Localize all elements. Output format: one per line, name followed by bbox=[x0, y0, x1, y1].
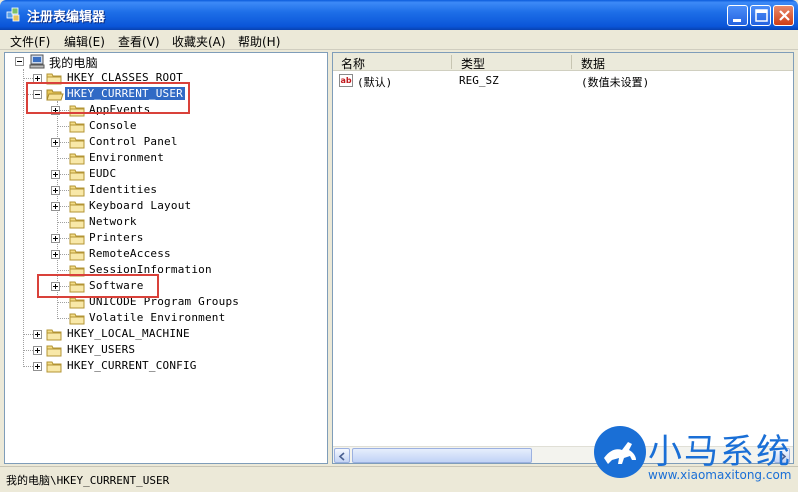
tree-item[interactable]: HKEY_CURRENT_CONFIG bbox=[23, 358, 311, 374]
tree-item-label: Environment bbox=[89, 151, 165, 164]
tree-item[interactable]: EUDC bbox=[49, 166, 329, 182]
value-data: (数值未设置) bbox=[581, 76, 650, 89]
folder-icon bbox=[69, 216, 85, 229]
tree-item-label: HKEY_CURRENT_CONFIG bbox=[67, 359, 197, 372]
tree-item-label: HKEY_LOCAL_MACHINE bbox=[67, 327, 190, 340]
folder-icon bbox=[69, 136, 85, 149]
column-type[interactable]: 类型 bbox=[461, 55, 485, 72]
tree-item-label: RemoteAccess bbox=[89, 247, 171, 260]
tree-connector bbox=[57, 158, 69, 159]
tree-item-label: Console bbox=[89, 119, 137, 132]
column-divider[interactable] bbox=[451, 55, 452, 69]
scroll-left-button[interactable] bbox=[334, 448, 350, 463]
scroll-thumb[interactable] bbox=[352, 448, 532, 463]
tree-connector bbox=[57, 126, 69, 127]
column-name[interactable]: 名称 bbox=[341, 55, 365, 72]
list-header: 名称 类型 数据 bbox=[333, 53, 793, 71]
menu-favorites[interactable]: 收藏夹(A) bbox=[172, 33, 226, 50]
arrow-left-icon bbox=[338, 452, 345, 461]
tree-item-label: Control Panel bbox=[89, 135, 178, 148]
tree-connector bbox=[57, 302, 69, 303]
expand-icon[interactable] bbox=[51, 170, 60, 179]
expand-icon[interactable] bbox=[51, 234, 60, 243]
tree-item[interactable]: Environment bbox=[49, 150, 329, 166]
title-bar[interactable]: 注册表编辑器 bbox=[0, 0, 798, 30]
tree-connector bbox=[57, 270, 69, 271]
expand-icon[interactable] bbox=[33, 346, 42, 355]
folder-icon bbox=[69, 120, 85, 133]
watermark-logo: 小马系统 www.xiaomaxitong.com bbox=[586, 418, 798, 492]
menu-help[interactable]: 帮助(H) bbox=[238, 33, 280, 50]
folder-icon bbox=[69, 168, 85, 181]
tree-item[interactable]: Console bbox=[49, 118, 329, 134]
list-item[interactable]: ab (默认) REG_SZ (数值未设置) bbox=[333, 73, 793, 89]
value-type: REG_SZ bbox=[459, 74, 499, 87]
expand-icon[interactable] bbox=[51, 138, 60, 147]
maximize-button[interactable] bbox=[750, 5, 771, 26]
collapse-icon[interactable] bbox=[15, 57, 24, 66]
tree-item-label: HKEY_USERS bbox=[67, 343, 136, 356]
maximize-icon bbox=[755, 9, 768, 22]
tree-connector bbox=[23, 69, 24, 367]
watermark-url: www.xiaomaxitong.com bbox=[648, 468, 792, 482]
string-value-icon: ab bbox=[339, 74, 353, 87]
expand-icon[interactable] bbox=[33, 362, 42, 371]
expand-icon[interactable] bbox=[51, 202, 60, 211]
minimize-button[interactable] bbox=[727, 5, 748, 26]
registry-tree[interactable]: 我的电脑 HKEY_CLASSES_ROOT HKEY_CURRENT_USER A… bbox=[4, 52, 328, 464]
tree-item[interactable]: Network bbox=[49, 214, 329, 230]
folder-icon bbox=[69, 152, 85, 165]
regedit-icon bbox=[6, 7, 20, 22]
value-list[interactable]: 名称 类型 数据 ab (默认) REG_SZ (数值未设置) bbox=[332, 52, 794, 464]
tree-item-label: Keyboard Layout bbox=[89, 199, 192, 212]
watermark-title: 小马系统 bbox=[648, 432, 792, 472]
folder-icon bbox=[69, 200, 85, 213]
close-icon bbox=[779, 10, 790, 21]
close-button[interactable] bbox=[773, 5, 794, 26]
column-data[interactable]: 数据 bbox=[581, 55, 605, 72]
menu-view[interactable]: 查看(V) bbox=[118, 33, 160, 50]
tree-root[interactable]: 我的电脑 bbox=[13, 54, 313, 70]
tree-item[interactable]: HKEY_LOCAL_MACHINE bbox=[23, 326, 311, 342]
minimize-icon bbox=[733, 19, 741, 22]
tree-connector bbox=[57, 318, 69, 319]
tree-item[interactable]: RemoteAccess bbox=[49, 246, 329, 262]
computer-icon bbox=[29, 54, 45, 69]
status-path: 我的电脑\HKEY_CURRENT_USER bbox=[6, 474, 170, 487]
tree-item-label: Volatile Environment bbox=[89, 311, 226, 324]
folder-icon bbox=[69, 248, 85, 261]
tree-item-label: EUDC bbox=[89, 167, 117, 180]
tree-item-label: Network bbox=[89, 215, 137, 228]
menu-bar: 文件(F) 编辑(E) 查看(V) 收藏夹(A) 帮助(H) bbox=[0, 30, 798, 50]
menu-edit[interactable]: 编辑(E) bbox=[64, 33, 105, 50]
folder-icon bbox=[46, 328, 62, 341]
value-name: (默认) bbox=[357, 76, 393, 89]
tree-root-label: 我的电脑 bbox=[49, 56, 98, 70]
expand-icon[interactable] bbox=[51, 186, 60, 195]
tree-connector bbox=[57, 222, 69, 223]
expand-icon[interactable] bbox=[51, 250, 60, 259]
tree-item[interactable]: Identities bbox=[49, 182, 329, 198]
tree-item[interactable]: HKEY_USERS bbox=[23, 342, 311, 358]
folder-icon bbox=[46, 344, 62, 357]
folder-icon bbox=[69, 232, 85, 245]
highlight-box-software bbox=[37, 274, 159, 298]
highlight-box-current-user bbox=[26, 82, 190, 114]
folder-icon bbox=[69, 184, 85, 197]
tree-item[interactable]: Printers bbox=[49, 230, 329, 246]
tree-item-label: Printers bbox=[89, 231, 144, 244]
horse-logo-icon bbox=[594, 426, 646, 478]
menu-file[interactable]: 文件(F) bbox=[10, 33, 50, 50]
tree-item[interactable]: Keyboard Layout bbox=[49, 198, 329, 214]
column-divider[interactable] bbox=[571, 55, 572, 69]
folder-icon bbox=[46, 360, 62, 373]
expand-icon[interactable] bbox=[33, 330, 42, 339]
tree-item-label: Identities bbox=[89, 183, 158, 196]
window-title: 注册表编辑器 bbox=[27, 10, 106, 25]
tree-item[interactable]: Volatile Environment bbox=[49, 310, 329, 326]
tree-item[interactable]: Control Panel bbox=[49, 134, 329, 150]
folder-icon bbox=[69, 312, 85, 325]
